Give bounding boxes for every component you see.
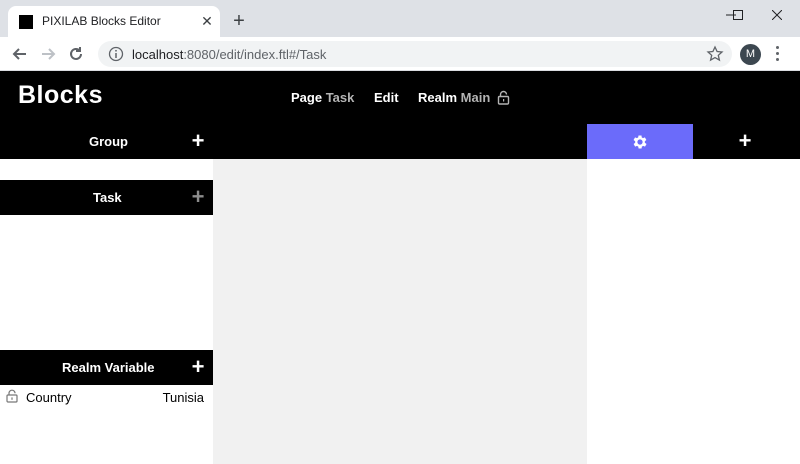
variable-name: Country [26, 390, 72, 405]
task-title: Task [93, 190, 122, 205]
settings-tab[interactable] [587, 124, 693, 159]
variable-value: Tunisia [162, 390, 204, 405]
close-tab-icon[interactable]: ✕ [200, 14, 214, 28]
arrow-right-icon [42, 48, 56, 60]
bookmark-star-icon[interactable] [706, 45, 724, 63]
reload-button[interactable] [66, 44, 86, 64]
address-bar[interactable]: localhost:8080/edit/index.ftl#/Task [98, 41, 732, 67]
url-text: localhost:8080/edit/index.ftl#/Task [132, 47, 326, 62]
page-label: Page [291, 90, 323, 105]
add-realm-variable-button[interactable]: + [188, 355, 208, 379]
add-property-button[interactable]: + [735, 129, 755, 153]
realm-variable-title: Realm Variable [62, 360, 155, 375]
realm-value: Main [460, 90, 491, 105]
edit-menu[interactable]: Edit [374, 90, 399, 105]
add-task-button[interactable]: + [188, 185, 208, 209]
add-group-button[interactable]: + [188, 129, 208, 153]
profile-avatar[interactable]: M [740, 44, 761, 65]
info-icon[interactable] [108, 46, 124, 62]
forward-button[interactable] [38, 44, 58, 64]
left-sidebar: Group + Task + Realm Variable + [0, 124, 213, 464]
browser-tab-strip: PIXILAB Blocks Editor ✕ + [0, 0, 800, 37]
realm-variable-row[interactable]: Country Tunisia [0, 385, 213, 409]
maximize-icon [733, 10, 743, 20]
lock-icon [6, 389, 18, 403]
browser-menu-icon[interactable] [773, 46, 781, 63]
url-host: localhost [132, 47, 184, 62]
editor-canvas[interactable] [213, 159, 587, 464]
blocks-logo: Blocks [18, 81, 103, 109]
realm-label: Realm [418, 90, 458, 105]
realm-menu[interactable]: Realm Main [418, 90, 490, 105]
arrow-left-icon [12, 48, 26, 60]
page-menu[interactable]: Page Task [291, 90, 354, 105]
gear-icon [633, 134, 647, 149]
right-panel-header: + [693, 124, 800, 159]
tab-title: PIXILAB Blocks Editor [42, 14, 161, 28]
realm-variable-section-header: Realm Variable + [0, 350, 213, 385]
new-tab-button[interactable]: + [230, 11, 248, 31]
lock-icon[interactable] [497, 90, 510, 105]
close-window-button[interactable] [754, 0, 800, 30]
favicon-icon [19, 15, 33, 29]
group-title: Group [89, 134, 128, 149]
close-icon [772, 10, 782, 20]
properties-panel [587, 159, 800, 464]
editor-top-bar [213, 124, 587, 159]
browser-toolbar: localhost:8080/edit/index.ftl#/Task M [0, 37, 800, 71]
page-value: Task [325, 90, 355, 105]
group-section-header: Group + [0, 124, 213, 159]
url-path: :8080/edit/index.ftl#/Task [183, 47, 327, 62]
task-section-header: Task + [0, 180, 213, 215]
back-button[interactable] [10, 44, 30, 64]
browser-tab[interactable]: PIXILAB Blocks Editor ✕ [8, 6, 220, 37]
reload-icon [70, 47, 82, 60]
app-header: Blocks Page Task Edit Realm Main [0, 71, 800, 124]
